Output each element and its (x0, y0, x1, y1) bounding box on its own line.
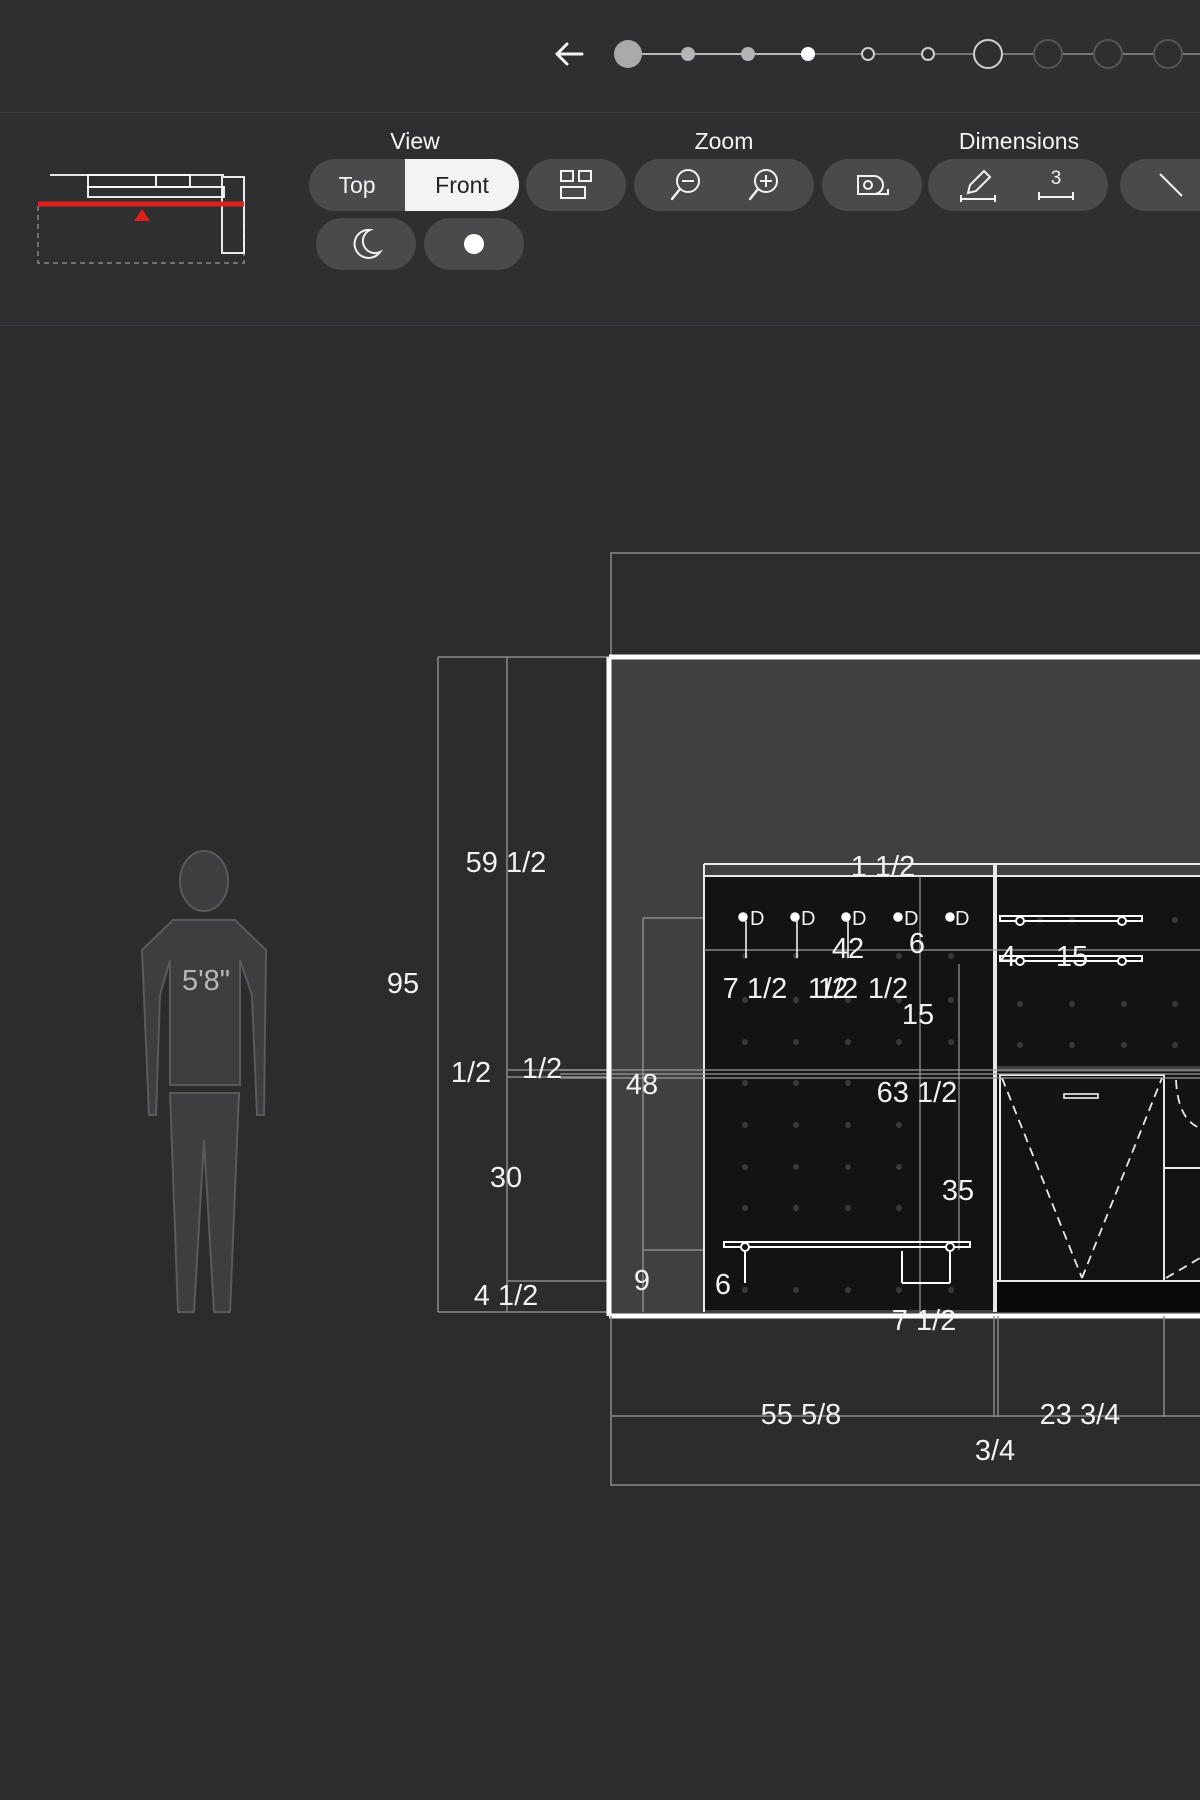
dim-15-right: 15 (1056, 941, 1088, 973)
dim-6-upper: 6 (909, 928, 925, 960)
view-front-option[interactable]: Front (405, 159, 519, 211)
step-dot[interactable] (614, 40, 642, 68)
measure-button[interactable] (822, 159, 922, 211)
step-dot[interactable] (1093, 39, 1123, 69)
ruler-icon (1038, 192, 1074, 200)
dim-spacing-c: 1/2 (818, 973, 858, 1005)
dim-span-42: 42 (832, 933, 864, 965)
precision-value: 3 (1050, 168, 1062, 189)
step-dot[interactable] (681, 47, 695, 61)
hook-label: D (904, 908, 918, 930)
toe-kick-base (996, 1282, 1200, 1312)
dimensions-label: Dimensions (958, 128, 1080, 154)
dim-width-gap: 3/4 (975, 1435, 1015, 1467)
step-dot[interactable] (861, 47, 875, 61)
line-icon (1159, 173, 1183, 197)
step-dot[interactable] (973, 39, 1003, 69)
view-top-option[interactable]: Top (309, 159, 405, 211)
view-label: View (390, 128, 440, 154)
step-dot[interactable] (1033, 39, 1063, 69)
hook-label: D (955, 908, 969, 930)
step-dot[interactable] (1153, 39, 1183, 69)
elevation-drawing[interactable]: D D D D D 5'8" 95 59 1/2 1/2 1/2 30 4 1/… (0, 326, 1200, 1800)
line-tool-button[interactable] (1120, 159, 1200, 211)
dim-width-right: 23 3/4 (1040, 1399, 1121, 1431)
dim-7: 7 1/2 (892, 1305, 957, 1337)
dot-icon (464, 234, 484, 254)
dim-15-left: 15 (902, 999, 934, 1031)
display-dot-button[interactable] (424, 218, 524, 270)
zoom-in-button[interactable] (728, 159, 800, 211)
dim-width-left: 55 5/8 (761, 1399, 842, 1431)
dim-gap-b: 1/2 (522, 1053, 562, 1085)
dimension-precision-button[interactable]: 3 (1018, 159, 1094, 211)
moon-icon (353, 228, 383, 259)
floorplan-thumbnail[interactable] (34, 169, 248, 279)
zoom-label: Zoom (694, 128, 754, 154)
ceiling-extent (610, 552, 1200, 657)
hook-label: D (801, 908, 815, 930)
person-silhouette (140, 850, 268, 1313)
edit-dimension-button[interactable] (940, 159, 1016, 211)
dim-48: 48 (626, 1069, 658, 1101)
hook-label: D (750, 908, 764, 930)
dim-63: 63 1/2 (877, 1077, 958, 1109)
dim-upper-height: 59 1/2 (466, 847, 547, 879)
dim-total-height: 95 (387, 968, 419, 1000)
dark-mode-button[interactable] (316, 218, 416, 270)
right-upper-cabinet[interactable] (996, 876, 1200, 1066)
dim-spacing-a: 7 1/2 (723, 973, 788, 1005)
hook-label: D (852, 908, 866, 930)
step-dot[interactable] (921, 47, 935, 61)
step-bar (0, 0, 1200, 113)
zoom-in-icon (748, 169, 778, 201)
step-dot[interactable] (741, 47, 755, 61)
step-progress (614, 39, 1200, 69)
dim-6-lower: 6 (715, 1269, 731, 1301)
tape-measure-icon (857, 175, 889, 195)
dim-35: 35 (942, 1175, 974, 1207)
dim-counter-height: 30 (490, 1162, 522, 1194)
zoom-out-icon (670, 169, 700, 201)
grid-layout-icon (560, 170, 592, 199)
dim-4: 4 (1000, 941, 1016, 973)
dim-9: 9 (634, 1265, 650, 1297)
zoom-out-button[interactable] (650, 159, 722, 211)
dim-gap-a: 1/2 (451, 1057, 491, 1089)
dim-toe-kick: 4 1/2 (474, 1280, 539, 1312)
toolbar: View Zoom Dimensions Top Front 3 (0, 113, 1200, 326)
pencil-ruler-icon (960, 169, 996, 202)
person-height-label: 5'8" (182, 965, 230, 997)
layout-button[interactable] (526, 159, 626, 211)
step-dot-current[interactable] (801, 47, 815, 61)
dim-top-gap: 1 1/2 (851, 851, 916, 883)
